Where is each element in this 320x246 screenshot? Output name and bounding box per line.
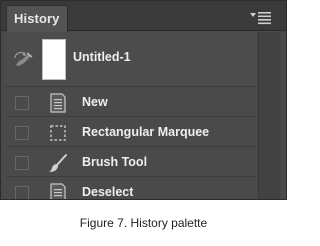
history-item-label: Brush Tool bbox=[82, 155, 148, 169]
history-item-label: Deselect bbox=[82, 185, 134, 199]
history-item-label: Rectangular Marquee bbox=[82, 125, 210, 139]
history-panel-screenshot: History Untitled-1 New Rectangular Marqu… bbox=[0, 0, 287, 200]
brush-icon bbox=[48, 153, 68, 173]
tab-history-label: History bbox=[14, 11, 60, 26]
history-brush-source-checkbox[interactable] bbox=[15, 96, 29, 110]
history-brush-source-icon[interactable] bbox=[14, 51, 34, 67]
scrollbar[interactable] bbox=[258, 32, 280, 200]
panel-tab-bar: History bbox=[0, 0, 287, 32]
history-brush-source-checkbox[interactable] bbox=[15, 126, 29, 140]
document-thumbnail bbox=[42, 39, 66, 80]
history-item-new[interactable]: New bbox=[6, 88, 256, 117]
document-icon bbox=[48, 183, 68, 200]
history-item-brush-tool[interactable]: Brush Tool bbox=[6, 148, 256, 177]
document-icon bbox=[48, 93, 68, 113]
history-item-deselect[interactable]: Deselect bbox=[6, 178, 256, 200]
history-brush-source-checkbox[interactable] bbox=[15, 156, 29, 170]
history-item-rectangular-marquee[interactable]: Rectangular Marquee bbox=[6, 118, 256, 147]
panel-menu-icon[interactable] bbox=[250, 11, 272, 25]
rectangular-marquee-icon bbox=[48, 123, 68, 143]
history-brush-source-checkbox[interactable] bbox=[15, 186, 29, 200]
history-item-label: New bbox=[82, 95, 108, 109]
tab-history[interactable]: History bbox=[6, 5, 68, 32]
snapshot-row[interactable]: Untitled-1 bbox=[6, 32, 256, 87]
snapshot-label: Untitled-1 bbox=[73, 50, 131, 64]
figure-caption: Figure 7. History palette bbox=[79, 216, 208, 230]
